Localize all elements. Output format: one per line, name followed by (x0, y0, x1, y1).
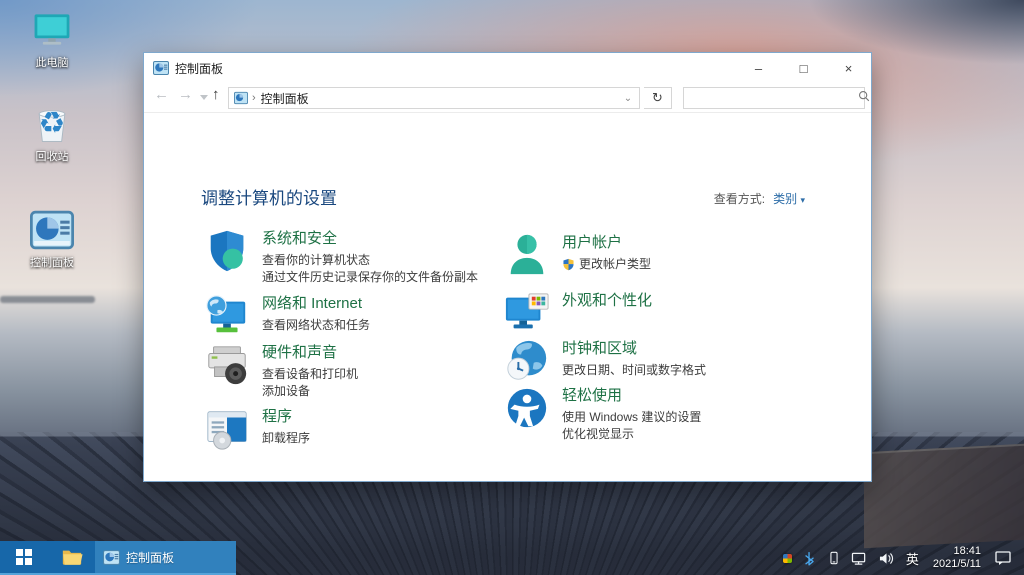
category-network-and-internet[interactable]: 网络和 Internet 查看网络状态和任务 (204, 293, 509, 339)
up-icon[interactable]: ↑ (212, 86, 220, 103)
category-title[interactable]: 硬件和声音 (262, 343, 358, 362)
category-title[interactable]: 时钟和区域 (562, 339, 706, 358)
desktop-icon-label: 此电脑 (35, 57, 69, 69)
bluetooth-icon[interactable] (797, 541, 822, 575)
wallpaper-pier-crate (864, 443, 1024, 549)
windows-logo-icon (16, 549, 32, 565)
category-link[interactable]: 查看你的计算机状态 (262, 252, 478, 269)
hidden-icons-button[interactable] (778, 541, 797, 575)
control-panel-home: 调整计算机的设置 查看方式: 类别 ▾ 系统和安全 查看你的计算机状态 通过文件历… (144, 114, 871, 481)
shield-icon (204, 228, 250, 274)
tray-date: 2021/5/11 (932, 558, 981, 570)
window-control-panel-icon (153, 60, 169, 76)
view-by-caret-icon[interactable]: ▾ (800, 195, 805, 205)
navigation-toolbar: ← → ↑ › 控制面板 ⌄ ↻ (144, 83, 871, 113)
this-pc-icon (30, 8, 74, 52)
refresh-button[interactable]: ↻ (644, 87, 672, 109)
category-link[interactable]: 查看网络状态和任务 (262, 317, 370, 334)
view-by-label: 查看方式: (713, 192, 766, 206)
programs-icon (204, 406, 250, 452)
category-link[interactable]: 查看设备和打印机 (262, 366, 358, 383)
breadcrumb-separator: › (252, 92, 256, 104)
personalization-icon (504, 290, 550, 336)
back-icon[interactable]: ← (154, 86, 169, 103)
view-by-control: 查看方式: 类别 ▾ (714, 190, 805, 207)
view-by-value[interactable]: 类别 (773, 192, 797, 206)
start-button[interactable] (0, 541, 48, 573)
wallpaper-horizon-land (0, 296, 95, 303)
volume-icon[interactable] (873, 541, 900, 575)
search-input[interactable] (688, 89, 851, 107)
clock[interactable]: 18:41 2021/5/11 (925, 545, 989, 571)
taskbar: 控制面板 英 18:41 2021/5/11 (0, 541, 1024, 575)
user-icon (504, 232, 550, 278)
caption-buttons: – □ × (736, 53, 871, 83)
control-panel-icon (30, 208, 74, 252)
input-method-indicator[interactable]: 英 (900, 541, 925, 575)
category-system-and-security[interactable]: 系统和安全 查看你的计算机状态 通过文件历史记录保存你的文件备份副本 (204, 228, 509, 286)
phone-link-icon[interactable] (822, 541, 846, 575)
category-link[interactable]: 更改帐户类型 (562, 256, 651, 273)
clock-globe-icon (504, 338, 550, 384)
recycle-bin-icon: ♻ (30, 102, 74, 146)
category-link[interactable]: 优化视觉显示 (562, 426, 701, 443)
category-link[interactable]: 卸载程序 (262, 430, 310, 447)
tray-time: 18:41 (953, 545, 981, 557)
desktop-icon-label: 回收站 (35, 151, 69, 163)
file-explorer-button[interactable] (48, 541, 95, 573)
category-programs[interactable]: 程序 卸载程序 (204, 406, 509, 452)
category-link[interactable]: 更改日期、时间或数字格式 (562, 362, 706, 379)
category-title[interactable]: 网络和 Internet (262, 294, 370, 313)
address-control-panel-icon (234, 91, 248, 105)
address-dropdown-chevron-icon[interactable]: ⌄ (617, 93, 639, 104)
taskbar-left-section: 控制面板 (0, 541, 236, 575)
maximize-button[interactable]: □ (781, 53, 826, 83)
window-title: 控制面板 (175, 61, 224, 76)
category-title[interactable]: 系统和安全 (262, 229, 478, 248)
search-icon (858, 89, 870, 107)
category-link[interactable]: 通过文件历史记录保存你的文件备份副本 (262, 269, 478, 286)
category-title[interactable]: 外观和个性化 (562, 291, 652, 310)
network-icon (204, 293, 250, 339)
uac-shield-icon (562, 258, 575, 271)
desktop: 此电脑 ♻ 回收站 控制面板 控制面板 – □ × ← → ↑ › 控制面板 ⌄… (0, 0, 1024, 575)
control-panel-icon (103, 549, 120, 565)
forward-icon[interactable]: → (178, 86, 193, 103)
category-ease-of-access[interactable]: 轻松使用 使用 Windows 建议的设置 优化视觉显示 (504, 385, 809, 443)
category-link[interactable]: 使用 Windows 建议的设置 (562, 409, 701, 426)
control-panel-window: 控制面板 – □ × ← → ↑ › 控制面板 ⌄ ↻ 调整计算机的设置 查看方… (143, 52, 872, 482)
category-hardware-and-sound[interactable]: 硬件和声音 查看设备和打印机 添加设备 (204, 342, 509, 400)
category-user-accounts[interactable]: 用户帐户 更改帐户类型 (504, 232, 809, 278)
category-title[interactable]: 轻松使用 (562, 386, 701, 405)
action-center-icon[interactable] (989, 541, 1024, 575)
close-button[interactable]: × (826, 53, 871, 83)
minimize-button[interactable]: – (736, 53, 781, 83)
address-bar[interactable]: › 控制面板 ⌄ (228, 87, 640, 109)
taskbar-task-control-panel[interactable]: 控制面板 (95, 541, 236, 573)
recycle-symbol: ♻ (38, 107, 66, 140)
folder-icon (62, 550, 83, 565)
task-label: 控制面板 (126, 550, 175, 565)
category-title[interactable]: 程序 (262, 407, 310, 426)
network-icon[interactable] (846, 541, 873, 575)
category-title[interactable]: 用户帐户 (562, 233, 651, 252)
breadcrumb[interactable]: 控制面板 (261, 90, 617, 107)
recent-pages-chevron-icon[interactable] (200, 95, 208, 100)
ease-of-access-icon (504, 385, 550, 431)
page-title: 调整计算机的设置 (201, 189, 337, 208)
category-clock-and-region[interactable]: 时钟和区域 更改日期、时间或数字格式 (504, 338, 809, 384)
system-tray: 英 18:41 2021/5/11 (778, 541, 1024, 575)
hidden-app-icon (782, 553, 792, 563)
search-box[interactable] (683, 87, 870, 109)
desktop-icon-control-panel[interactable]: 控制面板 (6, 208, 98, 270)
category-appearance-and-personalization[interactable]: 外观和个性化 (504, 290, 809, 336)
desktop-icon-label: 控制面板 (30, 257, 74, 269)
category-link-label: 更改帐户类型 (579, 257, 652, 271)
desktop-icon-this-pc[interactable]: 此电脑 (6, 8, 98, 70)
category-link[interactable]: 添加设备 (262, 383, 358, 400)
printer-icon (204, 342, 250, 388)
desktop-icon-recycle-bin[interactable]: ♻ 回收站 (6, 102, 98, 164)
